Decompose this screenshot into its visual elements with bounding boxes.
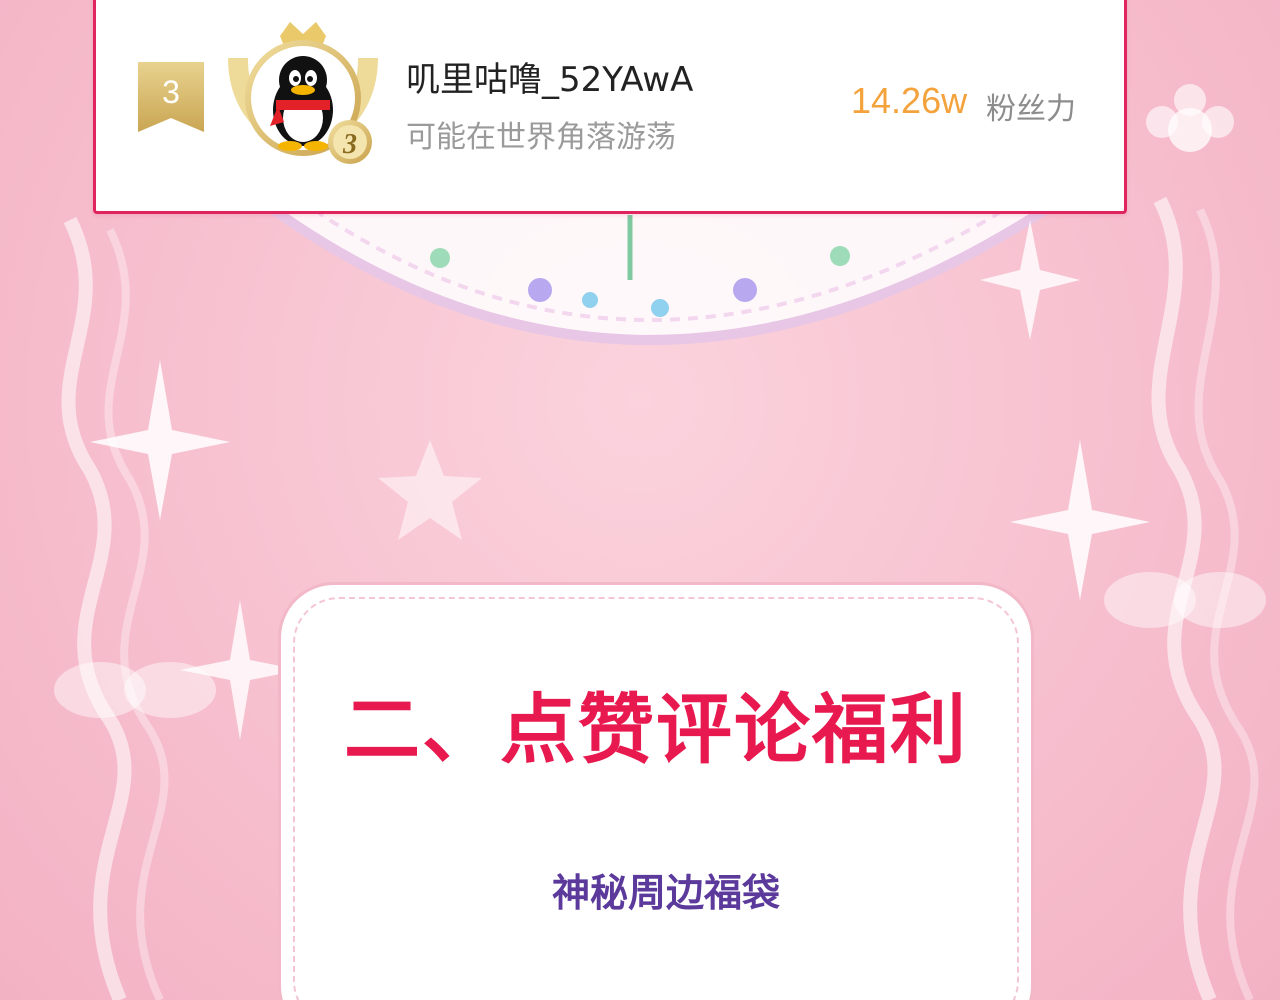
rank-number: 3 (162, 74, 180, 110)
page: 3 3 叽里咕噜_52YAwA 可能在世界角落游荡 14.26w 粉丝力 二、点… (0, 0, 1280, 1000)
avatar[interactable]: 3 (218, 18, 388, 178)
section-subtitle: 神秘周边福袋 (551, 871, 780, 915)
level-badge: 3 (328, 120, 372, 164)
level-badge-number: 3 (342, 129, 357, 160)
fan-power-value: 14.26w (851, 80, 968, 121)
benefit-card (278, 582, 1034, 1000)
user-status: 可能在世界角落游荡 (406, 120, 676, 155)
section-title: 二、点赞评论福利 (344, 685, 968, 774)
fan-power-label: 粉丝力 (986, 92, 1076, 127)
user-name: 叽里咕噜_52YAwA (406, 60, 694, 100)
benefit-card-border (293, 597, 1019, 1000)
rank-badge: 3 (138, 62, 204, 132)
